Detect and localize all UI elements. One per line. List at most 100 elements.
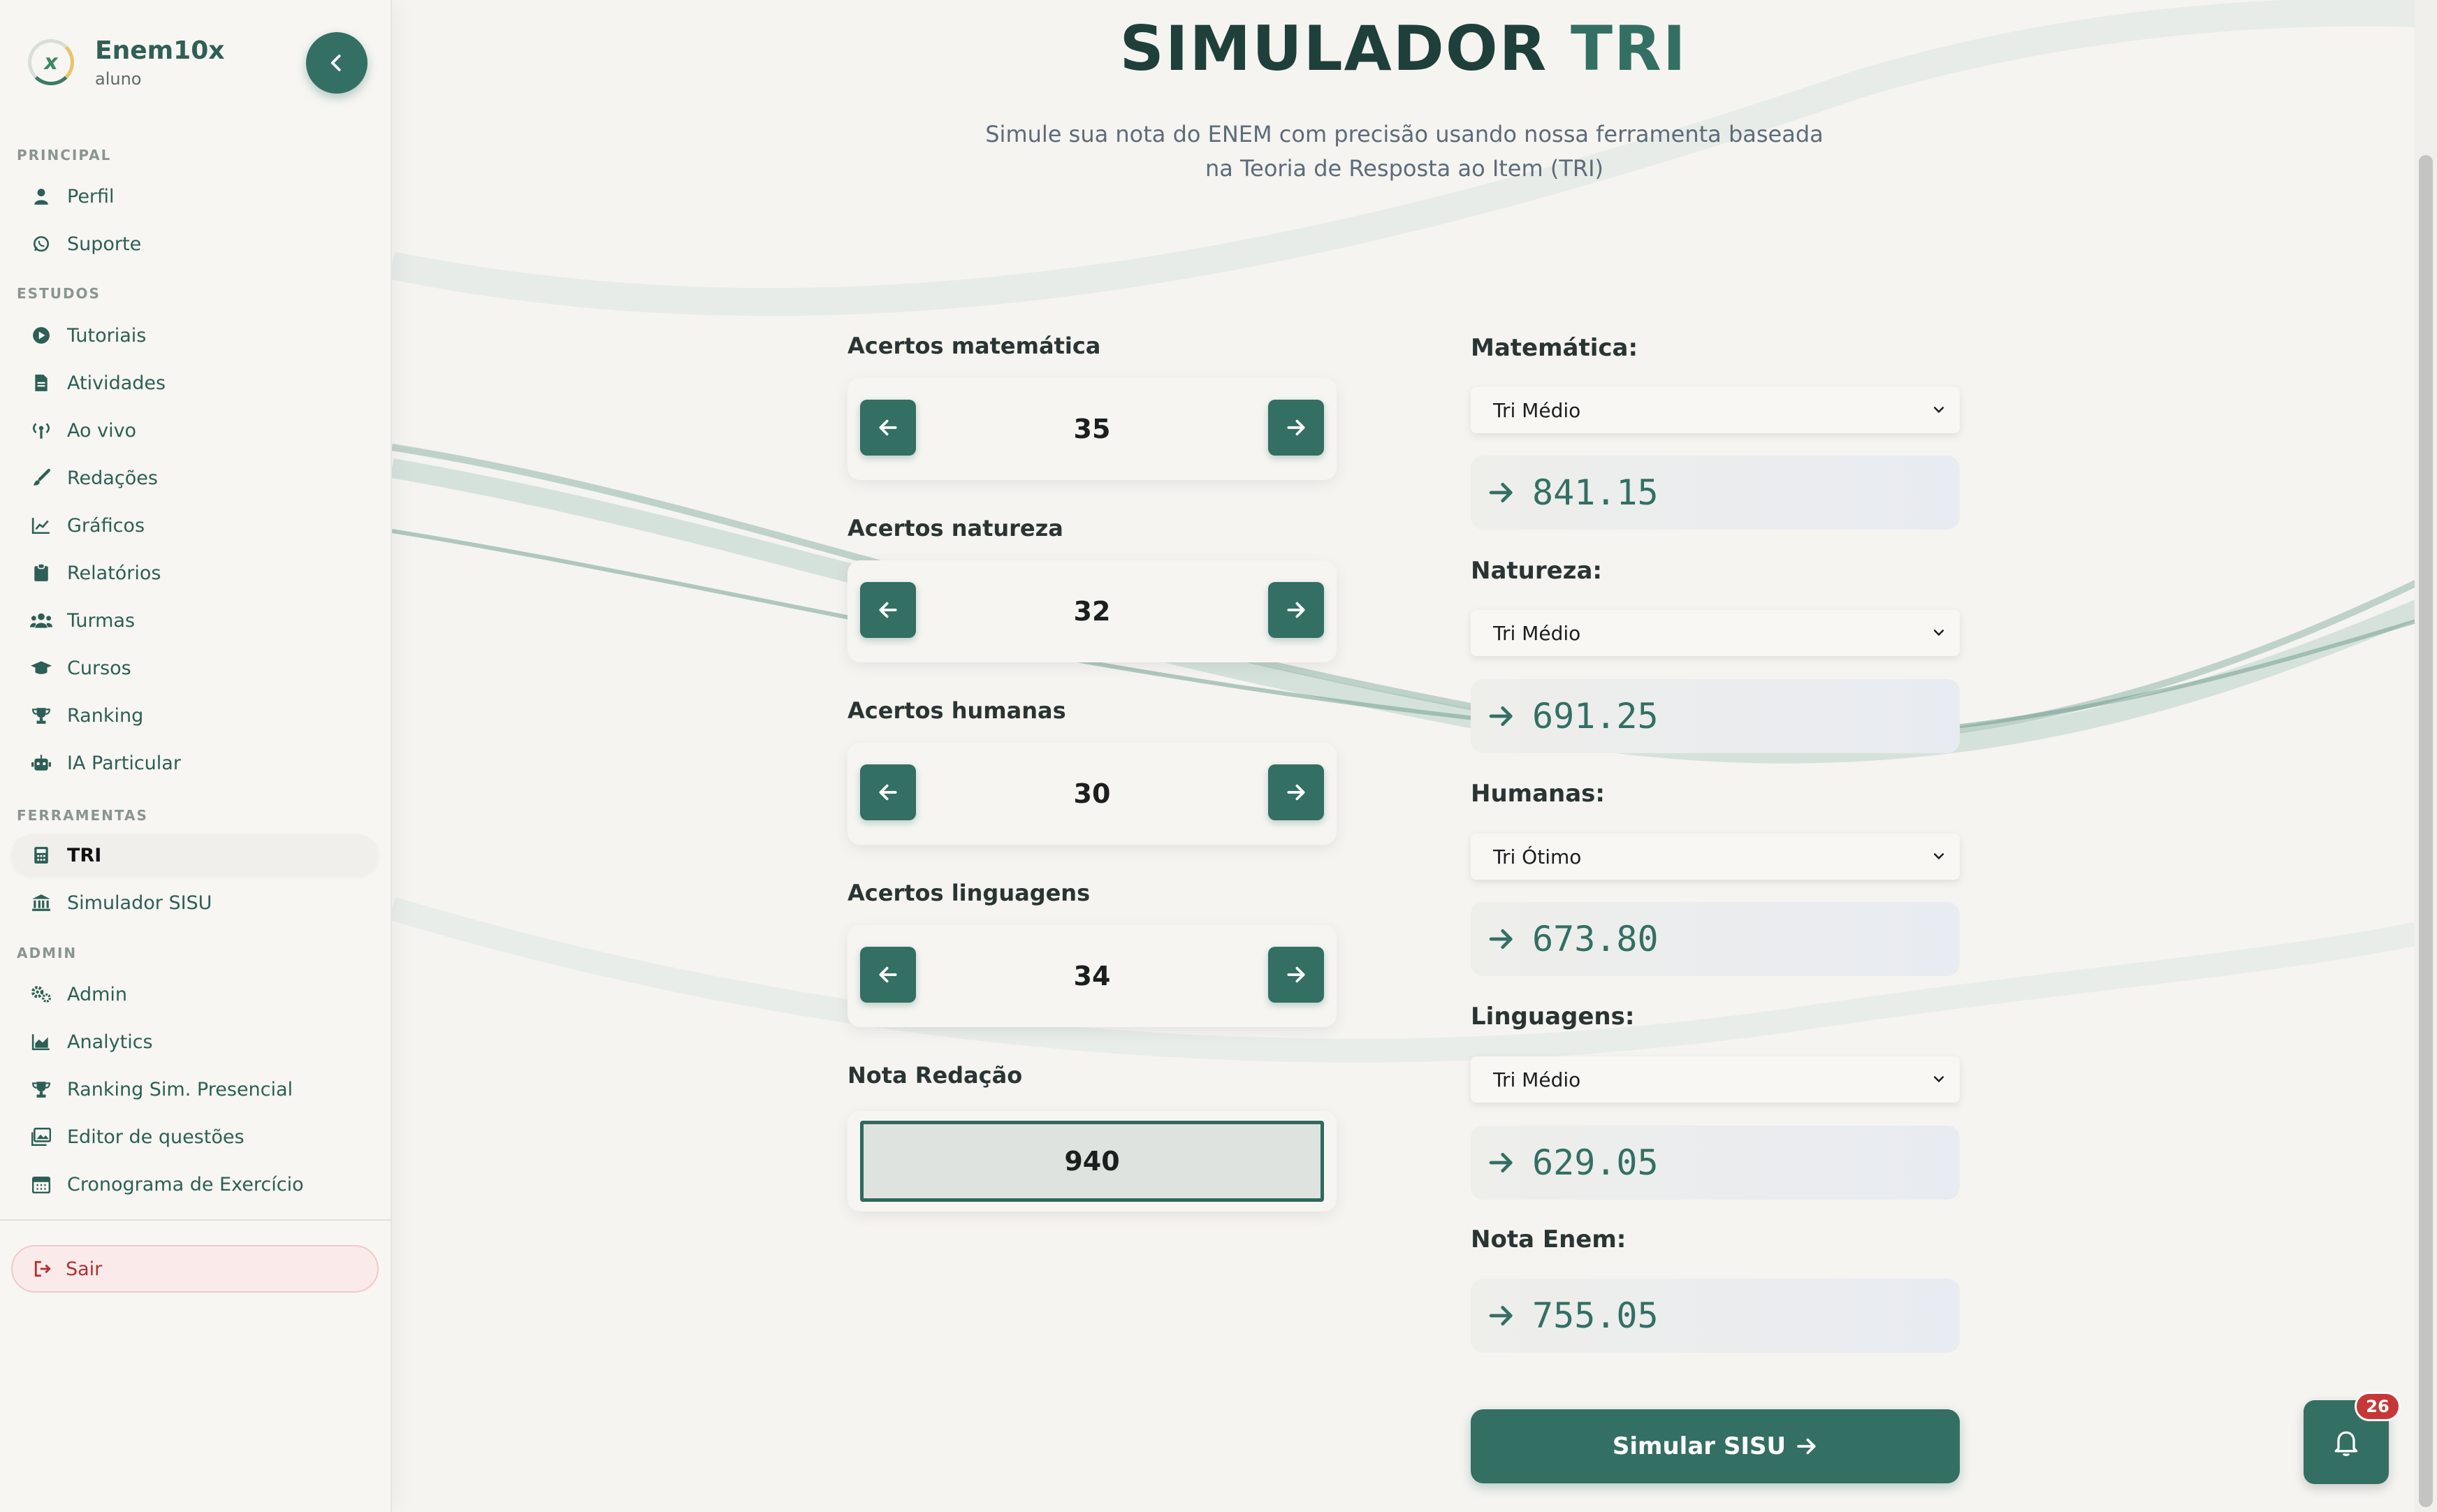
arrow-right-icon <box>1796 1435 1818 1458</box>
sidebar-item-label: Admin <box>67 983 128 1005</box>
score-value: 841.15 <box>1532 472 1659 513</box>
sidebar-item-label: Ao vivo <box>67 419 137 442</box>
sidebar-item-cursos[interactable]: Cursos <box>11 647 379 689</box>
bank-icon <box>29 891 53 915</box>
increment-button[interactable] <box>1268 947 1324 1003</box>
arrow-right-icon <box>1287 419 1305 436</box>
sidebar-item-graficos[interactable]: Gráficos <box>11 504 379 546</box>
notification-count-badge: 26 <box>2355 1392 2401 1421</box>
matematica-label: Matemática: <box>1471 334 1638 362</box>
file-icon <box>29 371 53 395</box>
sidebar-item-editor-de-questoes[interactable]: Editor de questões <box>11 1116 379 1158</box>
acertos-value[interactable]: 34 <box>931 925 1253 1027</box>
increment-button[interactable] <box>1268 582 1324 638</box>
sidebar-item-perfil[interactable]: Perfil <box>11 175 379 217</box>
section-label-estudos: ESTUDOS <box>17 285 101 302</box>
acertos-value[interactable]: 32 <box>931 560 1253 662</box>
natureza-tri-select[interactable]: Tri Médio <box>1471 610 1960 656</box>
sidebar-item-relatorios[interactable]: Relatórios <box>11 552 379 594</box>
sidebar-item-tri[interactable]: TRI <box>11 834 379 876</box>
user-icon <box>29 184 53 208</box>
sidebar-item-label: Cronograma de Exercício <box>67 1173 304 1195</box>
simular-sisu-button[interactable]: Simular SISU <box>1471 1409 1960 1483</box>
robot-icon <box>29 751 53 775</box>
chevron-down-icon <box>1930 624 1947 641</box>
acertos-value[interactable]: 35 <box>931 378 1253 480</box>
sidebar-item-analytics[interactable]: Analytics <box>11 1021 379 1063</box>
score-value: 629.05 <box>1532 1142 1659 1183</box>
sidebar-item-label: Suporte <box>67 233 142 255</box>
users-icon <box>29 609 53 632</box>
graduation-cap-icon <box>29 656 53 680</box>
page-title: SIMULADOR TRI <box>1119 13 1687 85</box>
chevron-left-icon <box>330 54 341 71</box>
select-value: Tri Médio <box>1493 621 1581 645</box>
acertos-value[interactable]: 30 <box>931 743 1253 845</box>
increment-button[interactable] <box>1268 400 1324 456</box>
acertos-humanas-label: Acertos humanas <box>848 697 1066 724</box>
decrement-button[interactable] <box>860 947 916 1003</box>
logout-button[interactable]: Sair <box>11 1245 379 1293</box>
arrow-right-icon <box>1287 602 1305 618</box>
sidebar-item-label: Turmas <box>67 609 136 632</box>
sidebar-divider <box>0 1219 392 1221</box>
images-icon <box>29 1125 53 1149</box>
user-role: aluno <box>95 69 142 89</box>
sidebar-item-label: Relatórios <box>67 562 161 584</box>
collapse-sidebar-button[interactable] <box>306 32 368 94</box>
sidebar-item-redacoes[interactable]: Redações <box>11 457 379 499</box>
nota-redacao-input[interactable] <box>860 1121 1324 1202</box>
linguagens-tri-select[interactable]: Tri Médio <box>1471 1056 1960 1103</box>
natureza-label: Natureza: <box>1471 557 1603 585</box>
chevron-down-icon <box>1930 1070 1947 1087</box>
nota-redacao-label: Nota Redação <box>848 1062 1023 1089</box>
nota-redacao-box <box>848 1111 1337 1212</box>
line-chart-icon <box>29 514 53 537</box>
sidebar-item-label: Atividades <box>67 372 166 394</box>
sidebar-item-simulador-sisu[interactable]: Simulador SISU <box>11 882 379 924</box>
page-subtitle: Simule sua nota do ENEM com precisão usa… <box>985 121 1824 182</box>
arrow-right-icon <box>1485 699 1518 733</box>
logout-label: Sair <box>66 1258 103 1280</box>
sidebar-item-label: Perfil <box>67 185 115 208</box>
decrement-button[interactable] <box>860 400 916 456</box>
decrement-button[interactable] <box>860 582 916 638</box>
sidebar-item-tutoriais[interactable]: Tutoriais <box>11 314 379 356</box>
sidebar-item-admin[interactable]: Admin <box>11 973 379 1015</box>
sidebar-item-cronograma[interactable]: Cronograma de Exercício <box>11 1163 379 1205</box>
brush-icon <box>29 466 53 490</box>
sidebar-item-label: Ranking <box>67 704 144 727</box>
humanas-label: Humanas: <box>1471 780 1606 808</box>
acertos-linguagens-label: Acertos linguagens <box>848 880 1091 906</box>
select-value: Tri Médio <box>1493 398 1581 422</box>
brand-logo-icon: x <box>28 39 74 85</box>
humanas-tri-select[interactable]: Tri Ótimo <box>1471 834 1960 880</box>
sidebar-item-suporte[interactable]: Suporte <box>11 223 379 265</box>
calculator-icon <box>29 843 53 867</box>
arrow-right-icon <box>1485 476 1518 509</box>
scrollbar-thumb[interactable] <box>2419 155 2433 1507</box>
increment-button[interactable] <box>1268 764 1324 820</box>
brand-title: Enem10x <box>95 36 225 65</box>
arrow-right-icon <box>1485 922 1518 956</box>
sidebar-item-ao-vivo[interactable]: Ao vivo <box>11 409 379 451</box>
matematica-tri-select[interactable]: Tri Médio <box>1471 387 1960 433</box>
sidebar-item-atividades[interactable]: Atividades <box>11 362 379 404</box>
whatsapp-icon <box>29 232 53 256</box>
arrow-left-icon <box>879 784 897 801</box>
sidebar-item-label: Cursos <box>67 657 131 679</box>
arrow-right-icon <box>1485 1299 1518 1332</box>
decrement-button[interactable] <box>860 764 916 820</box>
sidebar-item-ia-particular[interactable]: IA Particular <box>11 742 379 784</box>
score-value: 673.80 <box>1532 919 1659 959</box>
background-waves <box>392 0 2437 1063</box>
sidebar-item-label: Editor de questões <box>67 1126 245 1148</box>
sidebar: x Enem10x aluno PRINCIPAL Perfil Suporte… <box>0 0 392 1512</box>
sidebar-item-turmas[interactable]: Turmas <box>11 599 379 641</box>
sidebar-item-label: Tutoriais <box>67 324 147 347</box>
page-scrollbar[interactable] <box>2415 0 2437 1512</box>
sidebar-item-label: IA Particular <box>67 752 181 774</box>
sidebar-item-ranking[interactable]: Ranking <box>11 695 379 736</box>
sidebar-item-ranking-sim-presencial[interactable]: Ranking Sim. Presencial <box>11 1068 379 1110</box>
bell-icon <box>2334 1431 2358 1456</box>
